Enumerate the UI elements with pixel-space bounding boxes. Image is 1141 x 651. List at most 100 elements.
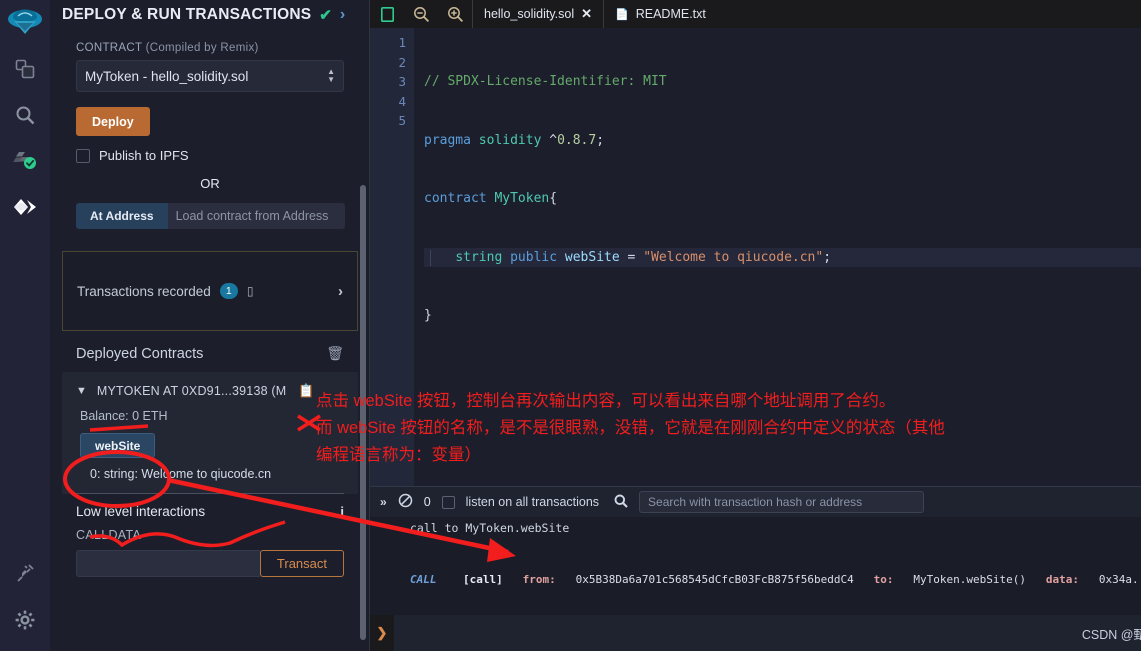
deployed-contracts-label: Deployed Contracts: [76, 345, 204, 362]
publish-ipfs-checkbox[interactable]: [76, 148, 90, 163]
call-from-value: 0x5B38Da6a701c568545dCfcB03FcB875f56bedd…: [575, 573, 854, 586]
code-line: string public webSite = "Welcome to qiuc…: [424, 247, 1141, 267]
calldata-label: CALLDATA: [76, 528, 142, 542]
call-tag: CALL: [410, 573, 437, 586]
call-data-key: data:: [1045, 573, 1079, 586]
line-number: 4: [398, 93, 406, 109]
call-from-key: from:: [522, 573, 556, 586]
document-icon: 📄: [615, 8, 629, 21]
line-number: 2: [398, 54, 406, 70]
close-icon[interactable]: ✕: [581, 6, 592, 22]
remix-logo-icon[interactable]: [5, 6, 45, 46]
load-contract-address-input[interactable]: [167, 203, 345, 229]
editor-and-terminal: hello_solidity.sol ✕ 📄 README.txt 1 2 3 …: [370, 0, 1141, 651]
status-check-icon: ✔: [319, 7, 332, 24]
instance-header-row[interactable]: ▼ MYTOKEN AT 0XD91...39138 (M 📋: [62, 380, 358, 399]
copy-address-icon[interactable]: 📋: [298, 383, 314, 399]
code-line: }: [424, 308, 432, 323]
code-line: // SPDX-License-Identifier: MIT: [424, 72, 1141, 92]
annotation-line-2: 而 webSite 按钮的名称，是不是很眼熟，没错，它就是在刚刚合约中定义的状态…: [316, 419, 945, 437]
zoom-out-icon[interactable]: [404, 0, 438, 28]
editor-tabbar: hello_solidity.sol ✕ 📄 README.txt: [370, 0, 1141, 28]
terminal-output[interactable]: call to MyToken.webSite CALL [call] from…: [370, 517, 1141, 615]
publish-ipfs-label: Publish to IPFS: [99, 148, 189, 163]
watermark: CSDN @甄齐才: [1081, 628, 1141, 642]
terminal-prompt-row[interactable]: ❯ CSDN @甄齐才: [370, 615, 1141, 651]
terminal-call-row[interactable]: CALL [call] from: 0x5B38Da6a701c568545dC…: [370, 535, 1141, 586]
listen-all-transactions-checkbox[interactable]: [441, 495, 455, 509]
terminal-panel: » 0 listen on all transactions call to M…: [370, 486, 1141, 651]
call-to-key: to:: [873, 573, 894, 586]
panel-header: DEPLOY & RUN TRANSACTIONS ✔ ›: [50, 0, 370, 28]
annotation-text: 点击 webSite 按钮，控制台再次输出内容，可以看出来自哪个地址调用了合约。…: [316, 388, 1106, 469]
clear-console-icon[interactable]: [398, 493, 413, 511]
file-explorer-icon[interactable]: [0, 46, 50, 92]
contract-select[interactable]: MyToken - hello_solidity.sol ▲ ▼: [76, 60, 344, 92]
tab-hello-solidity-sol[interactable]: hello_solidity.sol ✕: [472, 0, 604, 28]
publish-ipfs-row[interactable]: Publish to IPFS: [76, 148, 344, 163]
chevron-updown-icon: ▲ ▼: [327, 67, 335, 84]
contract-label-sub: (Compiled by Remix): [145, 42, 259, 54]
search-icon[interactable]: [0, 92, 50, 138]
code-line: contract MyToken{: [424, 191, 558, 206]
indent-guide: [430, 249, 431, 266]
code-line: pragma solidity ^0.8.7;: [424, 132, 605, 148]
chevron-right-icon[interactable]: ›: [338, 283, 343, 300]
deploy-and-run-panel: DEPLOY & RUN TRANSACTIONS ✔ › CONTRACT (…: [50, 0, 370, 651]
pending-count: 0: [423, 495, 431, 509]
call-data-value: 0x34a...8c392: [1098, 573, 1141, 586]
at-address-row: At Address: [76, 203, 345, 229]
calldata-row: Transact: [50, 542, 370, 577]
terminal-toolbar: » 0 listen on all transactions: [370, 486, 1141, 517]
line-number: 3: [398, 74, 406, 89]
function-output: 0: string: Welcome to qiucode.cn: [90, 467, 272, 481]
chevron-right-icon[interactable]: ›: [340, 6, 345, 24]
settings-gear-icon[interactable]: [0, 597, 50, 643]
code-line-text: // SPDX-License-Identifier: MIT: [424, 74, 667, 89]
transactions-recorded-label: Transactions recorded: [77, 283, 211, 299]
transactions-recorded-count-badge: 1: [219, 283, 238, 299]
or-separator-label: OR: [200, 176, 220, 191]
icon-rail: [0, 0, 50, 651]
at-address-button[interactable]: At Address: [76, 203, 168, 229]
website-function-button[interactable]: webSite: [80, 433, 156, 458]
deployed-contracts-header: Deployed Contracts 🗑: [50, 331, 370, 372]
terminal-command-input[interactable]: [394, 615, 1141, 651]
annotation-line-1: 点击 webSite 按钮，控制台再次输出内容，可以看出来自哪个地址调用了合约。: [316, 392, 896, 410]
call-to-value: MyToken.webSite(): [913, 573, 1026, 586]
plugin-manager-icon[interactable]: [0, 551, 50, 597]
tab-label: hello_solidity.sol: [484, 7, 575, 21]
search-icon[interactable]: [614, 494, 628, 511]
instance-function-row: webSite: [62, 423, 358, 458]
remix-ide-window: DEPLOY & RUN TRANSACTIONS ✔ › CONTRACT (…: [0, 0, 1141, 651]
contract-section: CONTRACT (Compiled by Remix) MyToken - h…: [50, 42, 370, 229]
deploy-run-icon[interactable]: [0, 184, 50, 230]
transact-button[interactable]: Transact: [259, 550, 344, 577]
contract-label-text: CONTRACT: [76, 42, 143, 54]
contract-select-value: MyToken - hello_solidity.sol: [85, 68, 249, 84]
tab-label: README.txt: [635, 7, 706, 21]
calldata-input[interactable]: [76, 550, 260, 577]
copy-icon[interactable]: ▯: [247, 284, 254, 298]
page-title: DEPLOY & RUN TRANSACTIONS: [62, 6, 312, 23]
info-icon[interactable]: i: [340, 504, 344, 519]
trash-icon[interactable]: 🗑: [326, 345, 344, 362]
line-number: 5: [398, 113, 406, 128]
tab-readme-txt[interactable]: 📄 README.txt: [603, 0, 717, 28]
prompt-chevron-icon: ❯: [376, 625, 388, 640]
contract-label: CONTRACT (Compiled by Remix): [76, 42, 344, 54]
listen-all-transactions-label: listen on all transactions: [465, 495, 600, 509]
transactions-recorded-card[interactable]: Transactions recorded 1 ▯ ›: [62, 251, 358, 331]
rail-bottom-group: [0, 551, 50, 643]
deployed-contract-instance: ▼ MYTOKEN AT 0XD91...39138 (M 📋 Balance:…: [62, 372, 358, 494]
terminal-log-line: call to MyToken.webSite: [410, 521, 570, 535]
chevron-down-icon[interactable]: ▼: [76, 385, 87, 397]
toggle-panel-icon[interactable]: [370, 0, 404, 28]
collapse-terminal-icon[interactable]: »: [380, 495, 387, 509]
instance-balance: Balance: 0 ETH: [80, 409, 168, 423]
annotation-line-3: 编程语言称为：变量）: [316, 446, 481, 464]
solidity-compiler-icon[interactable]: [0, 138, 50, 184]
deploy-button[interactable]: Deploy: [76, 107, 150, 136]
zoom-in-icon[interactable]: [438, 0, 472, 28]
terminal-search-input[interactable]: [639, 491, 925, 513]
